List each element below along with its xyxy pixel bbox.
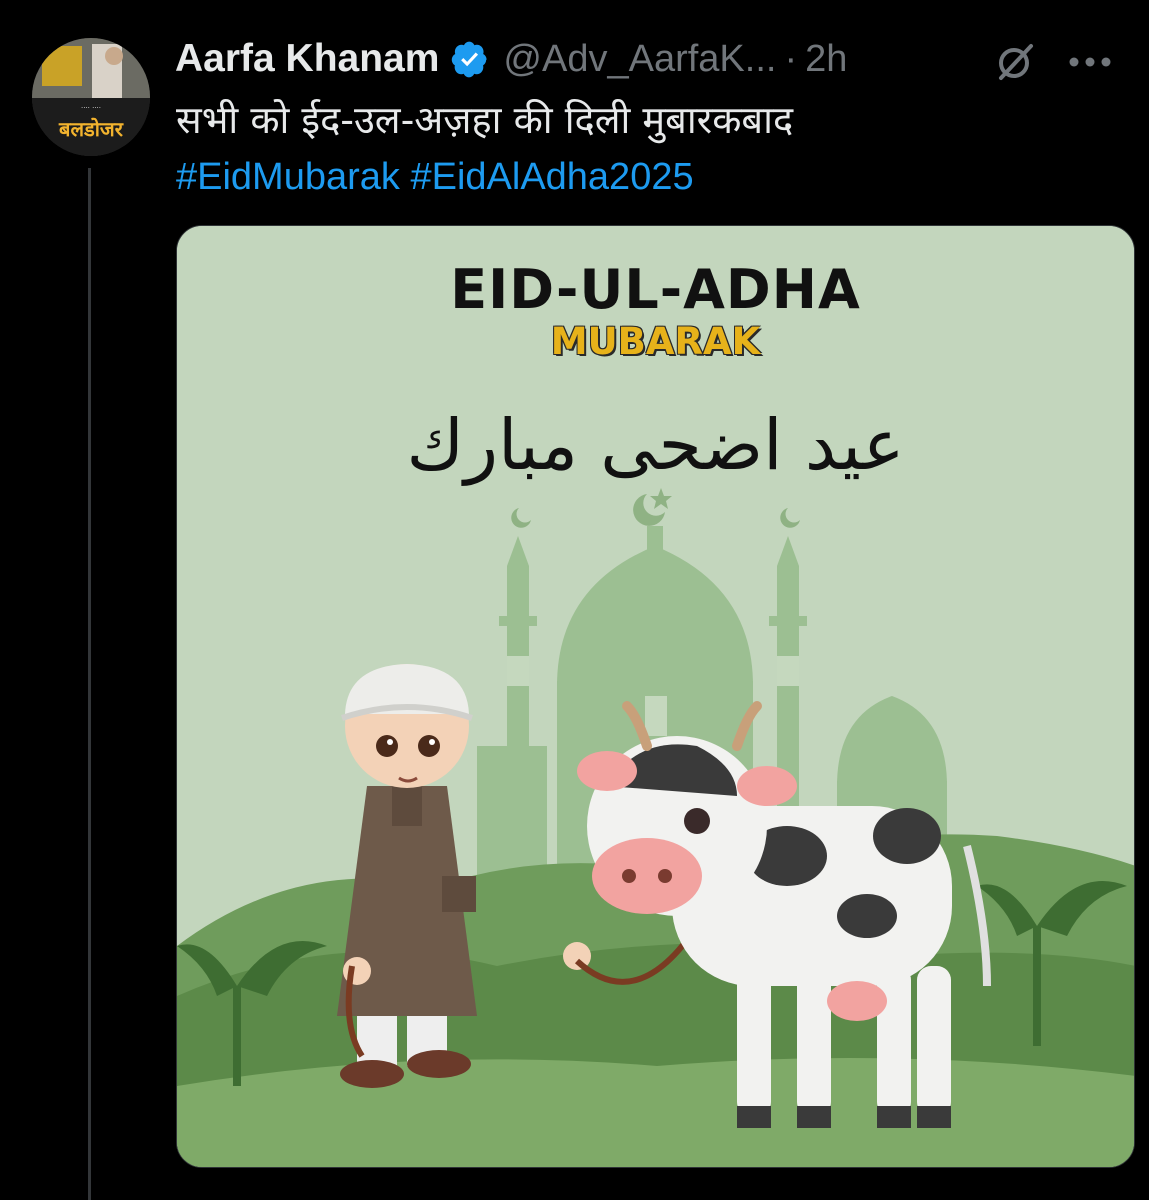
eid-illustration: [177, 226, 1134, 1167]
svg-text:···· ····: ···· ····: [81, 104, 101, 112]
more-icon[interactable]: [1068, 52, 1112, 72]
timestamp[interactable]: 2h: [805, 38, 847, 81]
tweet-text: सभी को ईद-उल-अज़हा की दिली मुबारकबाद: [176, 98, 794, 142]
avatar-image: ···· ···· बलडोजर: [32, 38, 150, 156]
verified-badge-icon: [451, 40, 489, 78]
hashtag-link[interactable]: #EidMubarak: [176, 156, 400, 198]
image-arabic-text: عيد اضحى مبارك: [406, 404, 905, 486]
separator-dot: ·: [784, 37, 798, 80]
image-title: EID-UL-ADHA: [450, 258, 861, 321]
tweet-image[interactable]: EID-UL-ADHA MUBARAK عيد اضحى مبارك: [176, 225, 1135, 1168]
avatar-caption: बलडोजर: [58, 117, 124, 141]
hashtag-link[interactable]: #EidAlAdha2025: [410, 156, 693, 198]
hashtag-row: #EidMubarak #EidAlAdha2025: [176, 156, 694, 199]
grok-icon[interactable]: [993, 40, 1037, 84]
tweet-header: Aarfa Khanam @Adv_AarfaK... · 2h: [175, 34, 847, 84]
author-handle[interactable]: @Adv_AarfaK...: [503, 38, 776, 81]
image-subtitle: MUBARAK: [550, 320, 761, 363]
author-name[interactable]: Aarfa Khanam: [175, 37, 439, 81]
thread-line: [88, 168, 91, 1200]
avatar[interactable]: ···· ···· बलडोजर: [32, 38, 150, 156]
